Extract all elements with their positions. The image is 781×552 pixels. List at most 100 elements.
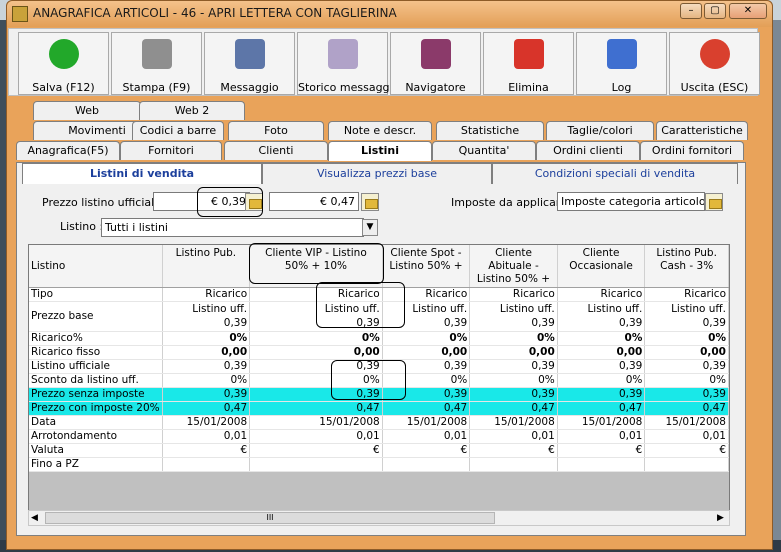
tab-statistiche[interactable]: Statistiche (436, 121, 544, 140)
table-cell[interactable]: Ricarico (162, 287, 251, 302)
imposte-input[interactable]: Imposte categoria articolo (557, 192, 705, 211)
table-cell[interactable]: 0% (644, 373, 729, 388)
table-cell[interactable]: Listino uff. 0,39 (162, 301, 251, 332)
tab-codici-a-barre[interactable]: Codici a barre (132, 121, 224, 140)
table-cell[interactable]: 0% (469, 331, 558, 346)
table-cell[interactable]: € (469, 443, 558, 458)
table-cell[interactable]: 0% (469, 373, 558, 388)
column-header[interactable]: Cliente Spot - Listino 50% + (382, 245, 471, 288)
table-cell[interactable]: € (382, 443, 471, 458)
table-cell[interactable]: 0,47 (557, 401, 646, 416)
tab-quantita-[interactable]: Quantita' (432, 141, 536, 160)
tab-fornitori[interactable]: Fornitori (120, 141, 222, 160)
table-cell[interactable]: 0,00 (382, 345, 471, 360)
tab-caratteristiche[interactable]: Caratteristiche (656, 121, 748, 140)
column-header[interactable]: Listino (29, 245, 163, 288)
tab-ordini-fornitori[interactable]: Ordini fornitori (640, 141, 744, 160)
tab-foto[interactable]: Foto (228, 121, 324, 140)
tab-taglie-colori[interactable]: Taglie/colori (546, 121, 654, 140)
table-cell[interactable]: 0% (162, 373, 251, 388)
tab-anagrafica-f5-[interactable]: Anagrafica(F5) (16, 141, 120, 160)
toolbar-button-3[interactable]: Storico messaggi (297, 32, 393, 95)
table-cell[interactable]: 15/01/2008 (249, 415, 383, 430)
table-cell[interactable]: 0,39 (469, 359, 558, 374)
scroll-right-icon[interactable]: ▶ (717, 513, 724, 523)
table-cell[interactable]: 0,00 (557, 345, 646, 360)
table-cell[interactable]: 0,47 (162, 401, 251, 416)
folder-icon[interactable] (705, 193, 723, 211)
subtab-0[interactable]: Listini di vendita (22, 163, 262, 184)
table-cell[interactable]: 0,00 (162, 345, 251, 360)
table-cell[interactable] (469, 457, 558, 472)
table-cell[interactable] (162, 457, 251, 472)
toolbar-button-4[interactable]: Navigatore (390, 32, 481, 95)
table-cell[interactable]: 0% (557, 373, 646, 388)
table-cell[interactable]: 0,39 (162, 387, 251, 402)
table-cell[interactable]: Ricarico (557, 287, 646, 302)
scroll-left-icon[interactable]: ◀ (31, 513, 38, 523)
tab-listini[interactable]: Listini (328, 141, 432, 161)
subtab-1[interactable]: Visualizza prezzi base (262, 163, 492, 184)
table-cell[interactable]: 0,39 (557, 359, 646, 374)
table-cell[interactable]: 0,39 (644, 387, 729, 402)
scroll-thumb[interactable]: III (45, 512, 495, 524)
maximize-button[interactable]: ▢ (704, 3, 726, 19)
table-cell[interactable]: 15/01/2008 (557, 415, 646, 430)
table-cell[interactable]: 0,01 (162, 429, 251, 444)
tab-web[interactable]: Web (33, 101, 141, 120)
tab-clienti[interactable]: Clienti (224, 141, 328, 160)
table-cell[interactable]: 0,01 (249, 429, 383, 444)
table-cell[interactable]: € (249, 443, 383, 458)
table-cell[interactable]: € (557, 443, 646, 458)
table-cell[interactable] (249, 457, 383, 472)
table-cell[interactable]: Listino uff. 0,39 (469, 301, 558, 332)
table-cell[interactable]: € (644, 443, 729, 458)
table-cell[interactable]: Listino uff. 0,39 (557, 301, 646, 332)
table-cell[interactable]: 0,00 (469, 345, 558, 360)
table-cell[interactable]: 0,01 (644, 429, 729, 444)
table-cell[interactable] (644, 457, 729, 472)
table-cell[interactable]: 0,47 (249, 401, 383, 416)
table-cell[interactable] (382, 457, 471, 472)
toolbar-button-0[interactable]: Salva (F12) (18, 32, 109, 95)
table-cell[interactable] (557, 457, 646, 472)
table-cell[interactable]: 0,00 (249, 345, 383, 360)
listino-select[interactable]: Tutti i listini (101, 218, 364, 237)
column-header[interactable]: Listino Pub. (162, 245, 251, 288)
close-button[interactable]: ✕ (729, 3, 767, 19)
table-cell[interactable]: 15/01/2008 (162, 415, 251, 430)
table-cell[interactable]: 0% (249, 331, 383, 346)
toolbar-button-6[interactable]: Log (576, 32, 667, 95)
chevron-down-icon[interactable]: ▼ (362, 219, 378, 236)
table-cell[interactable]: 0,00 (644, 345, 729, 360)
table-cell[interactable]: 0,47 (382, 401, 471, 416)
toolbar-button-7[interactable]: Uscita (ESC) (669, 32, 760, 95)
minimize-button[interactable]: – (680, 3, 702, 19)
table-cell[interactable]: Ricarico (644, 287, 729, 302)
subtab-2[interactable]: Condizioni speciali di vendita (492, 163, 738, 184)
table-cell[interactable]: 0,39 (162, 359, 251, 374)
table-cell[interactable]: 15/01/2008 (469, 415, 558, 430)
column-header[interactable]: Cliente Abituale - Listino 50% + (469, 245, 558, 288)
toolbar-button-2[interactable]: Messaggio (204, 32, 295, 95)
horizontal-scrollbar[interactable]: ◀ III ▶ (28, 510, 730, 526)
table-cell[interactable]: 0% (382, 331, 471, 346)
table-cell[interactable]: Listino uff. 0,39 (644, 301, 729, 332)
table-cell[interactable]: 15/01/2008 (644, 415, 729, 430)
table-cell[interactable]: 0,01 (382, 429, 471, 444)
table-cell[interactable]: 0,39 (469, 387, 558, 402)
table-cell[interactable]: 0% (162, 331, 251, 346)
toolbar-button-5[interactable]: Elimina (483, 32, 574, 95)
table-cell[interactable]: 0,47 (469, 401, 558, 416)
column-header[interactable]: Listino Pub. Cash - 3% (644, 245, 729, 288)
table-cell[interactable]: 0,39 (644, 359, 729, 374)
tab-ordini-clienti[interactable]: Ordini clienti (536, 141, 640, 160)
toolbar-button-1[interactable]: Stampa (F9) (111, 32, 202, 95)
folder-icon[interactable] (361, 193, 379, 211)
table-cell[interactable]: 0% (557, 331, 646, 346)
column-header[interactable]: Cliente Occasionale (557, 245, 646, 288)
tab-web-2[interactable]: Web 2 (139, 101, 245, 120)
table-cell[interactable]: 0,39 (557, 387, 646, 402)
table-cell[interactable]: 0,01 (469, 429, 558, 444)
table-cell[interactable]: 0,01 (557, 429, 646, 444)
